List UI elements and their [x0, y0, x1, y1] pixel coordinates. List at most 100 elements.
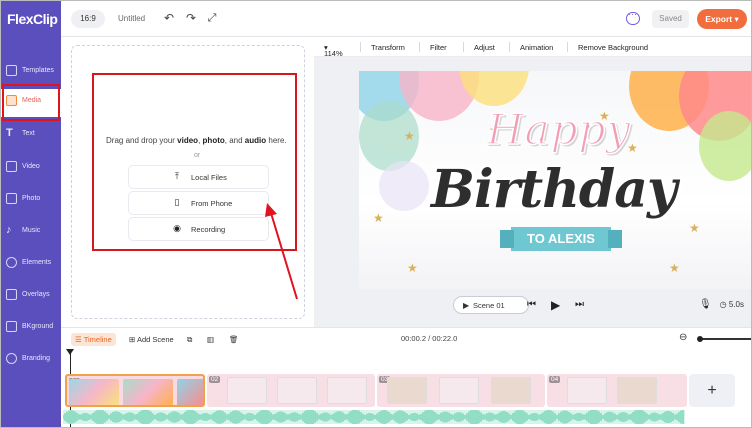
flexclip-editor: FlexClip Templates Media T Text Video Ph… — [0, 0, 752, 428]
music-icon: ♪ — [6, 224, 12, 236]
redo-icon[interactable]: ↷ — [184, 11, 198, 25]
timeline-toggle[interactable]: ☰ Timeline — [71, 333, 116, 346]
clip-thumbnail — [227, 377, 267, 404]
project-title[interactable]: Untitled — [118, 14, 145, 23]
star-decoration: ★ — [407, 261, 418, 275]
timeline-clip[interactable]: 04 — [547, 374, 687, 407]
sidebar-item-label: Photo — [22, 195, 41, 202]
sidebar-item-bkground[interactable]: BKground — [1, 315, 61, 343]
audio-waveform[interactable] — [63, 410, 685, 424]
microphone-icon[interactable]: 🎙 — [699, 299, 712, 310]
clip-number: 02 — [209, 376, 221, 383]
split-icon[interactable]: ▥ — [207, 333, 214, 346]
clip-thumbnail — [439, 377, 479, 404]
chat-icon[interactable] — [626, 9, 640, 25]
sidebar-item-label: BKground — [22, 323, 54, 330]
delete-icon[interactable]: 🗑 — [229, 333, 239, 346]
sidebar: FlexClip Templates Media T Text Video Ph… — [1, 1, 61, 427]
video-canvas[interactable]: ★ ★ ★ ★ ★ ★ ★ ★ Happy Birthday TO ALEXIS — [359, 71, 751, 289]
add-scene-button[interactable]: ⊞ Add Scene — [129, 333, 174, 346]
add-clip-button[interactable]: + — [689, 374, 735, 407]
tool-adjust[interactable]: Adjust — [474, 43, 495, 52]
sidebar-item-branding[interactable]: Branding — [1, 347, 61, 375]
previous-icon[interactable]: ⏮ — [527, 299, 536, 310]
saved-status: Saved — [652, 10, 689, 28]
sidebar-item-elements[interactable]: Elements — [1, 251, 61, 279]
sidebar-item-music[interactable]: ♪ Music — [1, 219, 61, 247]
play-small-icon: ▶ — [463, 301, 470, 310]
balloon-decoration — [699, 111, 751, 181]
background-icon — [6, 321, 17, 332]
add-icon: ⊞ — [129, 335, 136, 344]
star-decoration: ★ — [689, 221, 700, 235]
sidebar-item-photo[interactable]: Photo — [1, 187, 61, 215]
tool-remove-background[interactable]: Remove Background — [578, 43, 648, 52]
timeline-clip[interactable]: 02 — [207, 374, 375, 407]
preview-stage: ★ ★ ★ ★ ★ ★ ★ ★ Happy Birthday TO ALEXIS… — [314, 57, 751, 327]
sidebar-item-label: Video — [22, 163, 40, 170]
zoom-slider-track[interactable] — [698, 338, 751, 340]
name-banner[interactable]: TO ALEXIS — [500, 227, 622, 251]
clip-thumbnail — [123, 379, 173, 405]
scene-duration[interactable]: ◷ 5.0s — [720, 300, 744, 309]
sidebar-item-label: Elements — [22, 259, 52, 266]
fullscreen-icon[interactable]: ⤢ — [205, 11, 219, 25]
timeline-tracks: 01 02 03 04 + — [61, 349, 751, 427]
sidebar-item-label: Overlays — [22, 291, 50, 298]
sidebar-item-label: Branding — [22, 355, 51, 362]
sidebar-item-label: Music — [22, 227, 41, 234]
tool-animation[interactable]: Animation — [520, 43, 553, 52]
timeline-clip[interactable]: 01 — [65, 374, 205, 407]
clip-thumbnail — [387, 377, 427, 404]
time-readout: 00:00.2 / 00:22.0 — [401, 334, 458, 343]
play-icon[interactable]: ▶ — [551, 298, 560, 312]
zoom-select[interactable]: 114% ▾ — [324, 43, 343, 58]
elements-icon — [6, 257, 17, 268]
clip-thumbnail — [69, 379, 119, 405]
video-icon — [6, 161, 17, 172]
edit-toolbar: 114% ▾ Transform Filter Adjust Animation… — [314, 37, 751, 58]
scene-label: Scene 01 — [473, 301, 505, 310]
export-button[interactable]: Export ▾ — [697, 9, 747, 29]
dropzone-highlight-box — [92, 73, 297, 251]
sidebar-item-templates[interactable]: Templates — [1, 59, 61, 87]
clip-thumbnail — [277, 377, 317, 404]
photo-icon — [6, 193, 17, 204]
clip-thumbnail — [327, 377, 367, 404]
title-happy[interactable]: Happy — [486, 104, 631, 155]
timeline-icon: ☰ — [75, 335, 82, 344]
layers-icon — [6, 65, 17, 76]
sidebar-item-label: Templates — [22, 67, 54, 74]
timeline-toolbar: ☰ Timeline ⊞ Add Scene ⧉ ▥ 🗑 00:00.2 / 0… — [61, 327, 751, 349]
branding-icon — [6, 353, 17, 364]
next-icon[interactable]: ⏭ — [575, 299, 584, 310]
copy-icon[interactable]: ⧉ — [187, 333, 192, 346]
scene-selector[interactable]: ▶ Scene 01 — [453, 296, 529, 314]
sidebar-item-text[interactable]: T Text — [1, 122, 61, 150]
clip-thumbnail — [177, 379, 203, 405]
undo-icon[interactable]: ↶ — [162, 11, 176, 25]
app-logo[interactable]: FlexClip — [7, 11, 58, 31]
top-bar: 16:9 Untitled ↶ ↷ ⤢ Saved Export ▾ — [61, 1, 751, 37]
zoom-slider-handle[interactable] — [697, 336, 703, 342]
tool-transform[interactable]: Transform — [371, 43, 405, 52]
playback-bar: ▶ Scene 01 ⏮ ▶ ⏭ 🎙 ◷ 5.0s — [359, 293, 751, 319]
clip-thumbnail — [617, 377, 657, 404]
clip-thumbnail — [491, 377, 531, 404]
zoom-out-icon[interactable]: ⊖ — [679, 331, 687, 344]
timeline-clip[interactable]: 03 — [377, 374, 545, 407]
balloon-decoration — [379, 161, 429, 211]
clip-number: 04 — [549, 376, 561, 383]
text-icon: T — [6, 127, 13, 139]
sidebar-item-overlays[interactable]: Overlays — [1, 283, 61, 311]
sidebar-item-label: Text — [22, 130, 35, 137]
star-decoration: ★ — [404, 129, 415, 143]
tool-filter[interactable]: Filter — [430, 43, 447, 52]
media-highlight-box — [2, 84, 60, 121]
sidebar-item-video[interactable]: Video — [1, 155, 61, 183]
export-label: Export — [705, 14, 733, 24]
clock-icon: ◷ — [719, 300, 727, 309]
clip-thumbnail — [567, 377, 607, 404]
aspect-ratio-button[interactable]: 16:9 — [71, 10, 105, 28]
title-birthday[interactable]: Birthday — [431, 159, 677, 220]
